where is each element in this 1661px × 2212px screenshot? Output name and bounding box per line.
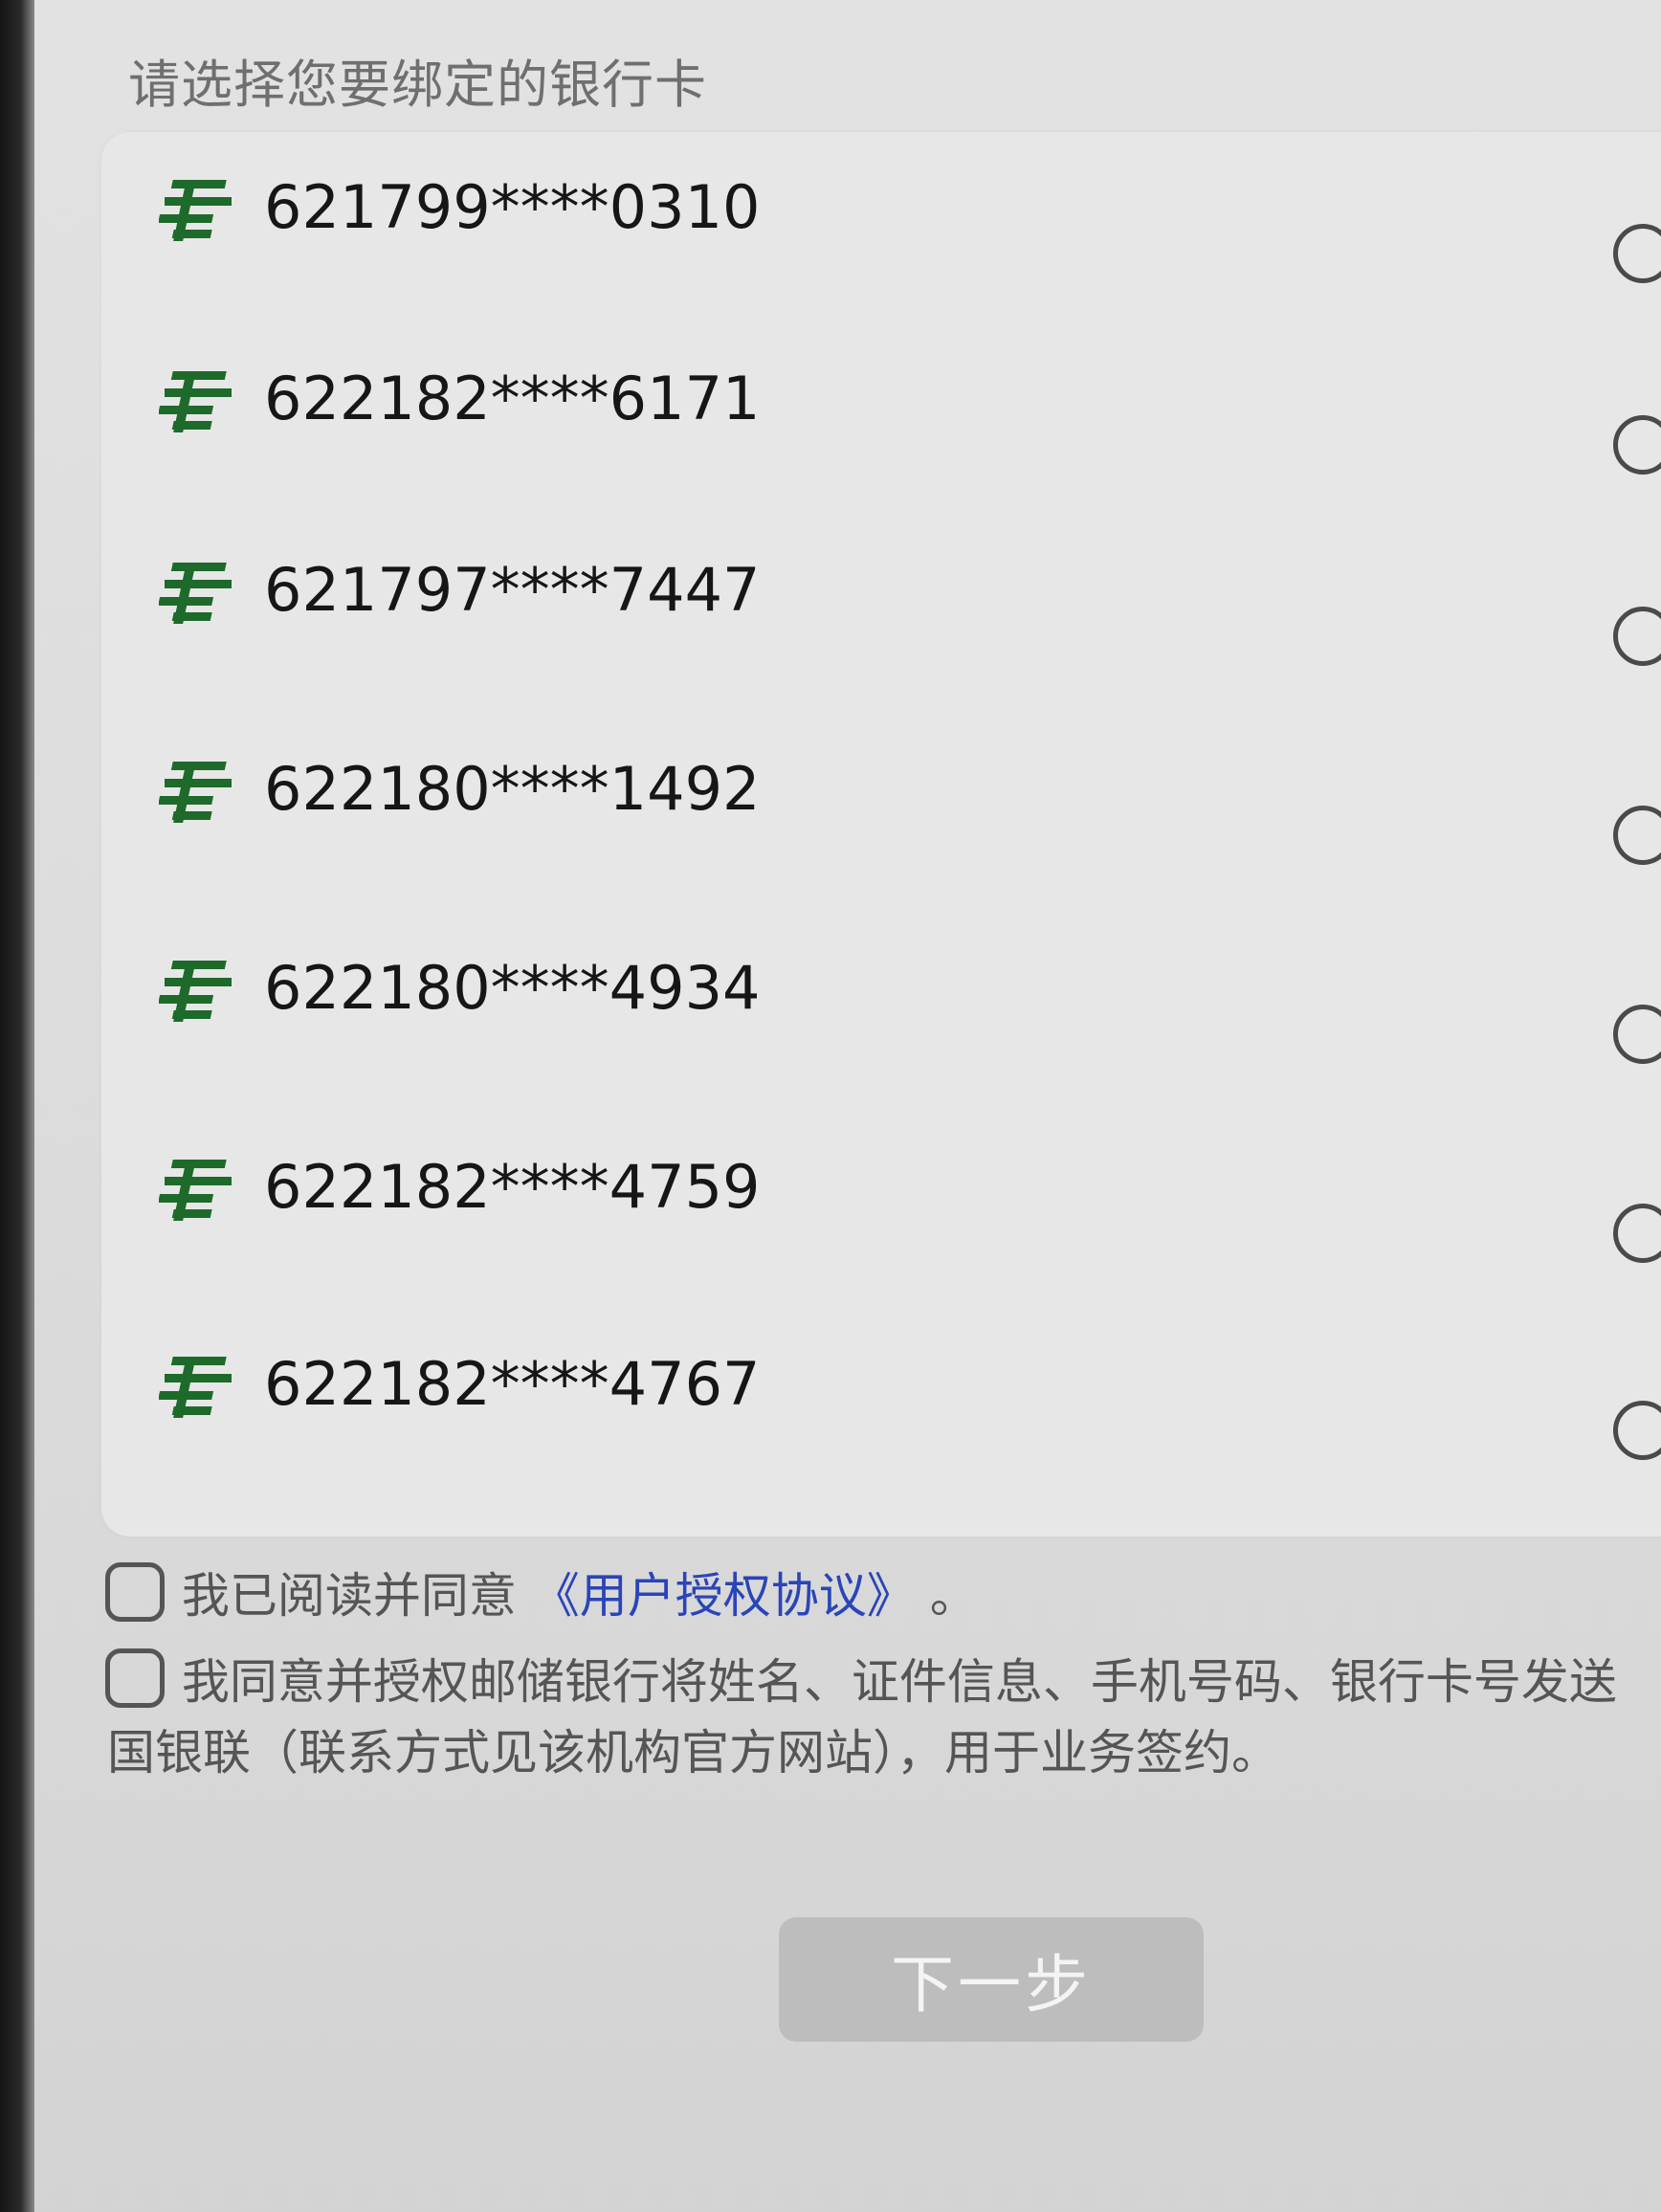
consent-text-line2: 国银联（联系方式见该机构官方网站），用于业务签约。 [107,1725,1279,1781]
bind-card-screen: 请选择您要绑定的银行卡 621799****0310 622182****617… [34,0,1661,2212]
section-title: 请选择您要绑定的银行卡 [128,55,707,115]
card-radio[interactable] [1613,1005,1661,1064]
card-list: 621799****0310 622182****6171 621797****… [101,132,1661,1537]
card-row[interactable]: 621799****0310 [101,132,1661,323]
card-row[interactable]: 621797****7447 [101,515,1661,706]
card-row[interactable]: 622182****6171 [101,323,1661,515]
card-number: 622182****4759 [264,1152,761,1222]
bank-logo-icon [159,1357,232,1418]
bank-logo-icon [159,563,232,624]
agreement-text: 我已阅读并同意 [181,1568,517,1624]
consent-text-line1: 我同意并授权邮储银行将姓名、证件信息、手机号码、银行卡号发送 [181,1654,1617,1710]
card-row[interactable]: 622180****1492 [101,714,1661,905]
card-number: 621799****0310 [264,172,761,242]
agreement-row: 我已阅读并同意 《用户授权协议》 。 [105,1558,978,1626]
card-number: 622182****6171 [264,364,761,433]
next-step-button[interactable]: 下一步 [779,1917,1204,2042]
card-radio[interactable] [1613,607,1661,666]
bank-logo-icon [159,1160,232,1221]
card-radio[interactable] [1613,415,1661,475]
bank-logo-icon [159,762,232,823]
agreement-checkbox[interactable] [105,1562,165,1622]
card-number: 622180****4934 [264,953,761,1023]
bank-logo-icon [159,180,232,241]
device-bezel [0,0,34,2212]
card-number: 622180****1492 [264,754,761,824]
card-number: 621797****7447 [264,555,761,625]
bank-logo-icon [159,961,232,1022]
agreement-suffix: 。 [929,1568,978,1624]
card-row[interactable]: 622182****4767 [101,1309,1661,1500]
consent-row: 我同意并授权邮储银行将姓名、证件信息、手机号码、银行卡号发送 [105,1644,1617,1713]
card-radio[interactable] [1613,1401,1661,1460]
card-radio[interactable] [1613,1204,1661,1263]
consent-checkbox[interactable] [105,1648,165,1708]
card-radio[interactable] [1613,806,1661,865]
card-radio[interactable] [1613,224,1661,283]
card-row[interactable]: 622180****4934 [101,913,1661,1104]
card-row[interactable]: 622182****4759 [101,1112,1661,1303]
agreement-link[interactable]: 《用户授权协议》 [532,1568,915,1624]
bank-logo-icon [159,371,232,432]
card-number: 622182****4767 [264,1349,761,1419]
